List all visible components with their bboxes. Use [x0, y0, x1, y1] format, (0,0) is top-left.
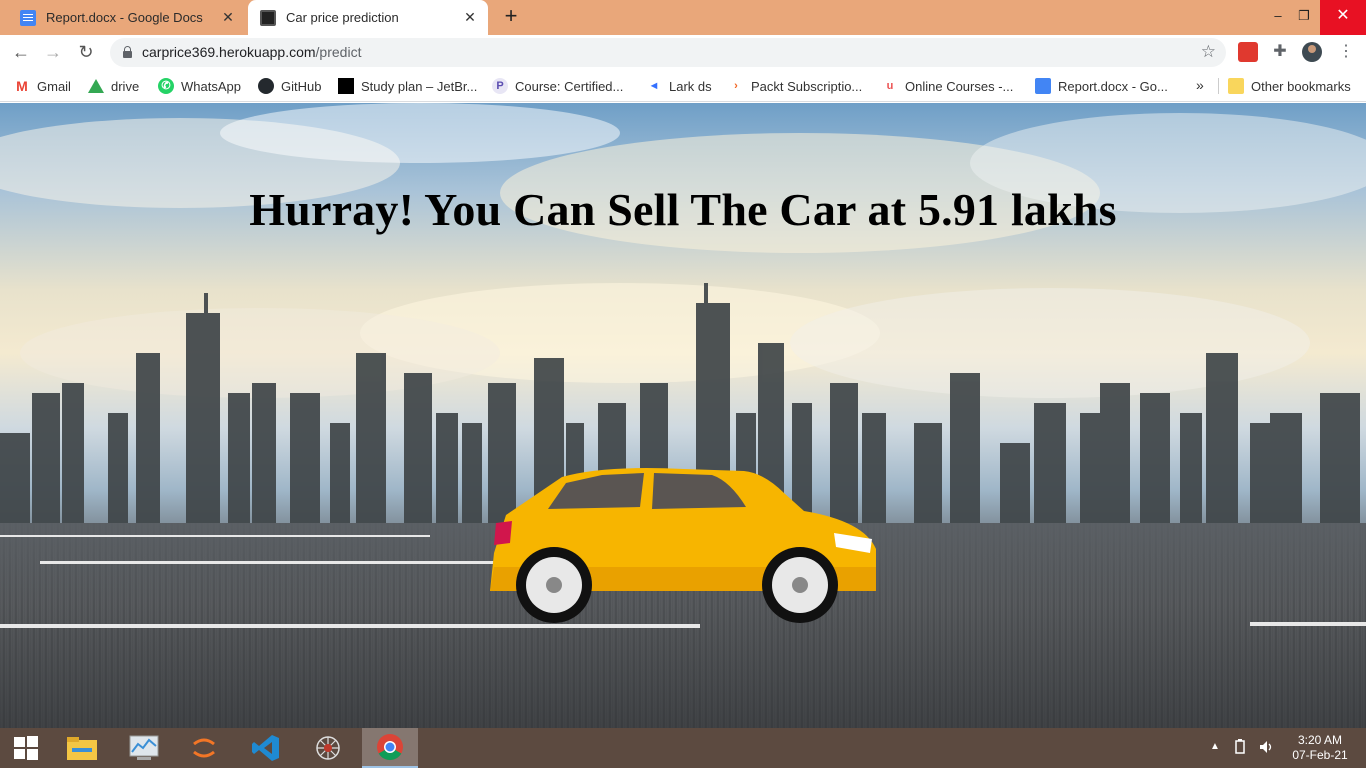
tray-chevron-icon[interactable]: ▲ [1210, 741, 1220, 768]
bookmark-whatsapp[interactable]: ✆ WhatsApp [158, 77, 241, 95]
bookmark-report-docx[interactable]: Report.docx - Go... [1035, 77, 1168, 95]
bookmark-jetbrains[interactable]: Study plan – JetBr... [338, 77, 477, 95]
bookmark-label: Report.docx - Go... [1058, 78, 1168, 94]
tab-title: Car price prediction [286, 10, 399, 25]
bookmark-label: WhatsApp [181, 78, 241, 94]
lock-icon[interactable] [122, 46, 132, 58]
clock-time: 3:20 AM [1297, 733, 1343, 747]
bookmark-label: Course: Certified... [515, 78, 624, 94]
bookmark-label: Other bookmarks [1251, 78, 1351, 94]
bookmark-online-courses[interactable]: u Online Courses -... [882, 77, 1014, 95]
bookmark-label: GitHub [281, 78, 322, 94]
system-clock[interactable]: 3:20 AM 07-Feb-21 [1285, 733, 1355, 763]
google-docs-icon [20, 9, 36, 26]
lark-icon: ◄ [648, 80, 660, 92]
close-tab-icon[interactable]: ✕ [462, 9, 478, 26]
jupyter-icon[interactable] [178, 728, 230, 768]
bookmarks-bar: M Gmail drive ✆ WhatsApp GitHub Study plan… [0, 70, 1366, 102]
tab-strip: Report.docx - Google Docs ✕ Car price pr… [0, 0, 1366, 35]
bookmark-github[interactable]: GitHub [258, 77, 321, 95]
other-bookmarks[interactable]: Other bookmarks [1228, 77, 1351, 95]
bookmark-lark[interactable]: ◄ Lark ds [646, 77, 712, 95]
page-content: Hurray! You Can Sell The Car at 5.91 lak… [0, 103, 1366, 728]
bookmarks-overflow-button[interactable]: » [1196, 77, 1204, 93]
gmail-icon: M [16, 78, 28, 94]
forward-icon[interactable]: → [41, 40, 65, 64]
car-illustration [490, 468, 876, 623]
tab-report-docx[interactable]: Report.docx - Google Docs ✕ [8, 0, 246, 35]
resource-monitor-icon[interactable] [118, 728, 170, 768]
bookmark-label: Packt Subscriptio... [751, 78, 863, 94]
file-explorer-icon[interactable] [56, 728, 108, 768]
battery-icon[interactable] [1232, 739, 1248, 768]
vscode-icon[interactable] [240, 728, 292, 768]
maximize-button[interactable]: ❐ [1290, 0, 1318, 35]
bookmark-label: Study plan – JetBr... [361, 78, 478, 94]
lane-marking [40, 561, 500, 564]
url-text[interactable]: carprice369.herokuapp.com/predict [142, 44, 361, 60]
bookmark-label: Gmail [37, 78, 71, 94]
google-docs-icon [1035, 78, 1051, 94]
github-icon [258, 78, 274, 94]
bookmarks-divider [1218, 78, 1219, 94]
profile-avatar[interactable] [1302, 42, 1322, 62]
bookmark-label: drive [111, 78, 140, 94]
chrome-icon[interactable] [362, 728, 418, 768]
bookmark-packt[interactable]: › Packt Subscriptio... [728, 77, 862, 95]
bookmark-drive[interactable]: drive [88, 77, 139, 95]
start-icon[interactable] [0, 728, 52, 768]
course-icon: P [492, 78, 508, 94]
extensions-puzzle-icon[interactable]: ✚ [1270, 42, 1290, 62]
new-tab-button[interactable]: + [500, 5, 522, 28]
close-window-button[interactable]: ✕ [1320, 0, 1366, 35]
bookmark-star-icon[interactable]: ☆ [1201, 42, 1216, 62]
packt-icon: › [734, 80, 738, 92]
folder-icon [1228, 78, 1244, 94]
minimize-button[interactable]: – [1264, 0, 1292, 35]
terminal-icon [260, 9, 276, 26]
bookmark-label: Online Courses -... [905, 78, 1014, 94]
close-tab-icon[interactable]: ✕ [220, 9, 236, 26]
back-icon[interactable]: ← [9, 40, 33, 64]
jetbrains-icon [338, 78, 354, 94]
udemy-icon: u [886, 80, 894, 92]
clock-date: 07-Feb-21 [1292, 748, 1348, 762]
bookmark-gmail[interactable]: M Gmail [14, 77, 71, 95]
bookmark-label: Lark ds [669, 78, 712, 94]
windows-taskbar: ▲ 3:20 AM 07-Feb-21 [0, 728, 1366, 768]
prediction-headline: Hurray! You Can Sell The Car at 5.91 lak… [249, 184, 1117, 235]
reload-icon[interactable]: ↻ [74, 40, 98, 64]
whatsapp-icon: ✆ [158, 78, 174, 94]
extension-icon[interactable] [1238, 42, 1258, 62]
browser-toolbar: ← → ↻ carprice369.herokuapp.com/predict … [0, 35, 1366, 70]
lane-marking [1250, 622, 1366, 626]
drive-icon [88, 79, 104, 93]
volume-icon[interactable] [1258, 739, 1274, 768]
address-bar[interactable]: carprice369.herokuapp.com/predict ☆ [110, 38, 1226, 67]
bookmark-course[interactable]: P Course: Certified... [492, 77, 623, 95]
menu-dots-icon[interactable]: ⋮ [1336, 42, 1356, 62]
tab-car-price-prediction[interactable]: Car price prediction ✕ [248, 0, 488, 35]
spider-app-icon[interactable] [302, 728, 354, 768]
tab-title: Report.docx - Google Docs [46, 10, 203, 25]
lane-marking [0, 535, 430, 537]
